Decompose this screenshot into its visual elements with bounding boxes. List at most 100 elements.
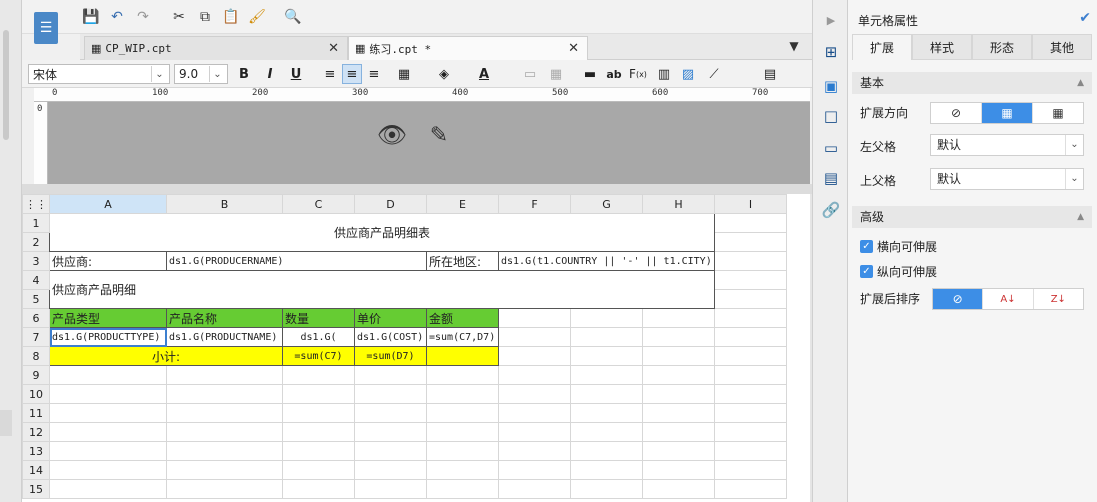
align-left-icon[interactable]: ≡ [320, 64, 340, 84]
row-header[interactable]: 8 [22, 346, 50, 366]
font-name-select[interactable]: 宋体 ⌄ [28, 64, 170, 84]
subtotal-cell[interactable]: =sum(C7) [282, 346, 355, 366]
report-title-cell[interactable]: 供应商产品明细表 [49, 213, 715, 252]
region-label-cell[interactable]: 所在地区: [426, 251, 499, 271]
cell[interactable] [570, 422, 643, 442]
data-cell[interactable]: ds1.G(COST) [354, 327, 427, 347]
underline-button[interactable]: U [286, 64, 306, 84]
cell[interactable] [642, 479, 715, 499]
cell[interactable] [714, 270, 787, 290]
cell[interactable] [498, 346, 571, 366]
cell[interactable] [282, 479, 355, 499]
header-cell[interactable]: 产品类型 [49, 308, 167, 328]
cell[interactable] [49, 460, 167, 480]
save-icon[interactable]: 💾 [82, 8, 100, 26]
row-header[interactable]: 3 [22, 251, 50, 271]
text-cell-icon[interactable]: ▬ [580, 64, 600, 84]
cell[interactable] [642, 327, 715, 347]
data-cell-selected[interactable]: ds1.G(PRODUCTTYPE) [49, 327, 167, 347]
cell[interactable] [49, 422, 167, 442]
cell[interactable] [49, 479, 167, 499]
tab-practice[interactable]: ▦ 练习.cpt * ✕ [348, 36, 588, 60]
cell[interactable] [354, 384, 427, 404]
horizontal-extend-checkbox[interactable]: ✓ 横向可伸展 [860, 238, 937, 255]
format-painter-icon[interactable]: 🖌 [248, 8, 266, 26]
cell[interactable] [49, 403, 167, 423]
float-element-icon[interactable]: □ [821, 106, 841, 126]
tab-style[interactable]: 样式 [912, 34, 972, 60]
cell[interactable] [49, 441, 167, 461]
apply-check-icon[interactable]: ✔ [1079, 10, 1091, 26]
column-header[interactable]: E [426, 194, 499, 214]
sort-ascending-icon[interactable]: A↓ [983, 289, 1034, 309]
cell[interactable] [498, 327, 571, 347]
corner-cell[interactable]: ⋮⋮ [22, 194, 50, 214]
cell[interactable] [282, 422, 355, 442]
eye-off-icon[interactable]: 👁 [374, 120, 410, 150]
vertical-expand-icon[interactable]: ▦ [982, 103, 1033, 123]
cell[interactable] [166, 403, 283, 423]
cell[interactable] [570, 441, 643, 461]
cell[interactable] [714, 213, 787, 233]
redo-icon[interactable]: ↷ [134, 8, 152, 26]
row-header[interactable]: 6 [22, 308, 50, 328]
cell[interactable] [166, 460, 283, 480]
cell-element-icon[interactable]: ⊞ [821, 42, 841, 62]
sort-descending-icon[interactable]: Z↓ [1034, 289, 1083, 309]
cell[interactable] [714, 346, 787, 366]
cut-icon[interactable]: ✂ [170, 8, 188, 26]
undo-icon[interactable]: ↶ [108, 8, 126, 26]
cell[interactable] [570, 327, 643, 347]
left-parent-select[interactable]: 默认 ⌄ [930, 134, 1084, 156]
header-cell[interactable]: 产品名称 [166, 308, 283, 328]
header-cell[interactable]: 金额 [426, 308, 499, 328]
column-header[interactable]: G [570, 194, 643, 214]
tab-form[interactable]: 形态 [972, 34, 1032, 60]
header-cell[interactable]: 单价 [354, 308, 427, 328]
cell[interactable] [498, 365, 571, 385]
hyperlink-icon[interactable]: 🔗 [821, 200, 841, 220]
cell[interactable] [498, 460, 571, 480]
cell[interactable] [426, 441, 499, 461]
cell[interactable] [282, 384, 355, 404]
cell[interactable] [498, 308, 571, 328]
column-header[interactable]: F [498, 194, 571, 214]
align-right-icon[interactable]: ≡ [364, 64, 384, 84]
cell[interactable] [166, 384, 283, 404]
column-header[interactable]: H [642, 194, 715, 214]
cell[interactable] [714, 422, 787, 442]
data-cell[interactable]: ds1.G( [282, 327, 355, 347]
cell[interactable] [642, 384, 715, 404]
row-header[interactable]: 2 [22, 232, 50, 252]
column-header[interactable]: C [282, 194, 355, 214]
row-header[interactable]: 5 [22, 289, 50, 309]
detail-label-cell[interactable]: 供应商产品明细 [49, 270, 715, 309]
tab-other[interactable]: 其他 [1032, 34, 1092, 60]
data-cell[interactable]: ds1.G(PRODUCTNAME) [166, 327, 283, 347]
cell[interactable] [354, 365, 427, 385]
vertical-extend-checkbox[interactable]: ✓ 纵向可伸展 [860, 263, 937, 280]
cell[interactable] [570, 365, 643, 385]
cell[interactable] [570, 346, 643, 366]
formula-icon[interactable]: F (x) [628, 64, 648, 84]
close-icon[interactable]: ✕ [568, 41, 579, 56]
cell[interactable] [426, 365, 499, 385]
border-icon[interactable]: ▦ [394, 64, 414, 84]
row-header[interactable]: 11 [22, 403, 50, 423]
cell[interactable] [642, 403, 715, 423]
cell[interactable] [498, 422, 571, 442]
cell[interactable] [354, 441, 427, 461]
cell[interactable] [498, 403, 571, 423]
cell[interactable] [714, 251, 787, 271]
dataset-icon[interactable]: ☰ [34, 12, 58, 44]
cell[interactable] [498, 384, 571, 404]
font-size-select[interactable]: 9.0 ⌄ [174, 64, 228, 84]
cell[interactable] [642, 346, 715, 366]
cell[interactable] [570, 308, 643, 328]
left-scrollbar[interactable] [3, 30, 9, 140]
row-header[interactable]: 10 [22, 384, 50, 404]
tab-cp-wip[interactable]: ▦ CP_WIP.cpt ✕ [84, 36, 348, 60]
row-header[interactable]: 4 [22, 270, 50, 290]
subtotal-cell[interactable] [426, 346, 499, 366]
cell[interactable] [714, 403, 787, 423]
